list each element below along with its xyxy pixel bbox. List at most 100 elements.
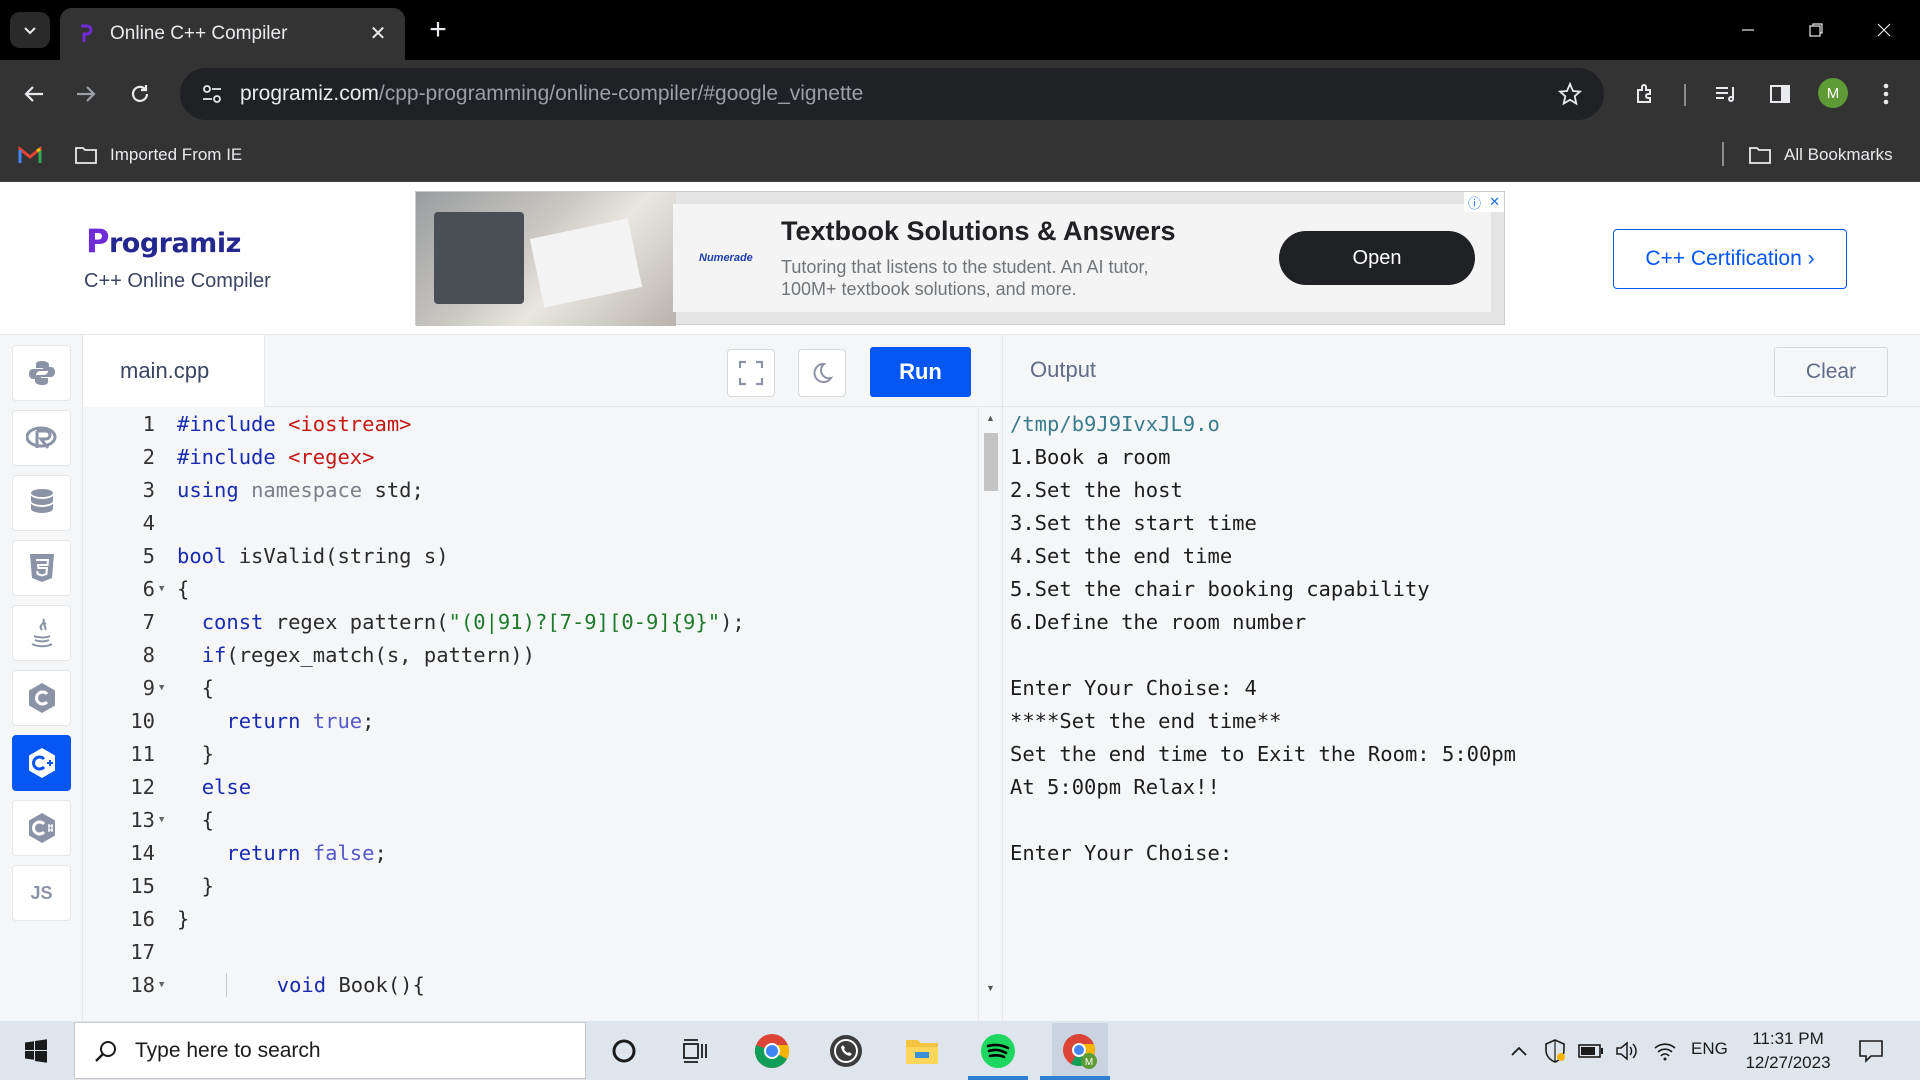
code-line: 16}	[83, 902, 978, 935]
close-tab-icon[interactable]: ✕	[365, 20, 391, 46]
close-window-button[interactable]	[1850, 0, 1918, 60]
sidebar-item-javascript[interactable]: JS	[12, 865, 71, 921]
security-shield-icon[interactable]	[1542, 1039, 1568, 1063]
profile-avatar[interactable]: M	[1818, 78, 1848, 108]
programiz-logo[interactable]: Programiz	[86, 222, 241, 260]
taskbar-search[interactable]: Type here to search	[74, 1022, 586, 1079]
system-clock[interactable]: 11:31 PM 12/27/2023	[1738, 1027, 1838, 1075]
extensions-button[interactable]	[1626, 74, 1666, 114]
chrome-icon	[754, 1034, 790, 1068]
media-control-button[interactable]	[1706, 74, 1746, 114]
code-editor[interactable]: 1 #include <iostream> 2 #include <regex> 3…	[83, 407, 978, 1021]
task-view-button[interactable]	[676, 1031, 716, 1071]
gmail-bookmark[interactable]	[18, 140, 42, 170]
sidebar-item-c[interactable]	[12, 670, 71, 726]
sidebar-item-python[interactable]	[12, 345, 71, 401]
javascript-icon: JS	[30, 882, 53, 903]
ad-description: Tutoring that listens to the student. An…	[781, 257, 1149, 299]
sidebar-item-html[interactable]	[12, 540, 71, 596]
all-bookmarks-button[interactable]: All Bookmarks	[1748, 140, 1893, 170]
taskbar-chrome-profile[interactable]: M	[1052, 1023, 1108, 1079]
fold-arrow-icon[interactable]: ▼	[159, 683, 171, 693]
ad-choices[interactable]: ⓘ ✕	[1464, 192, 1504, 212]
tab-search-button[interactable]	[10, 12, 50, 48]
output-line: 4.Set the end time	[1010, 543, 1233, 568]
puzzle-icon	[1637, 84, 1651, 103]
scroll-down-icon[interactable]: ▼	[986, 983, 995, 993]
minimize-window-button[interactable]	[1714, 0, 1782, 60]
sidebar-item-java[interactable]	[12, 605, 71, 661]
restore-window-button[interactable]	[1782, 0, 1850, 60]
side-panel-icon	[1770, 85, 1790, 103]
code-line: 4	[83, 506, 978, 539]
fullscreen-button[interactable]	[727, 349, 775, 397]
line-number: 11	[130, 741, 155, 766]
taskbar-chrome[interactable]	[752, 1031, 792, 1071]
code-text: else	[201, 774, 252, 799]
code-line: 18 ▼ void Book(){	[83, 968, 978, 1001]
start-button[interactable]	[12, 1033, 60, 1069]
windows-logo-icon	[25, 1039, 47, 1063]
line-number: 8	[142, 642, 155, 667]
browser-menu-button[interactable]	[1866, 74, 1906, 114]
fold-arrow-icon[interactable]: ▼	[159, 980, 171, 990]
battery-icon[interactable]	[1578, 1039, 1604, 1063]
file-tab-main-cpp[interactable]: main.cpp	[83, 335, 265, 407]
code-text: using namespace std;	[177, 477, 424, 502]
task-view-icon	[683, 1039, 707, 1063]
cpp-certification-button[interactable]: C++ Certification ›	[1613, 229, 1847, 289]
side-panel-button[interactable]	[1760, 74, 1800, 114]
scroll-up-icon[interactable]: ▲	[986, 413, 995, 423]
notifications-icon[interactable]	[1856, 1036, 1886, 1066]
paper-illustration	[529, 218, 643, 308]
line-number: 15	[130, 873, 155, 898]
cortana-button[interactable]	[604, 1031, 644, 1071]
code-line: 9 ▼ {	[83, 671, 978, 704]
sidebar-item-r[interactable]	[12, 410, 71, 466]
new-tab-button[interactable]: +	[418, 12, 458, 48]
run-button[interactable]: Run	[870, 347, 971, 397]
code-text: void Book(){	[177, 972, 425, 997]
input-language[interactable]: ENG	[1691, 1039, 1728, 1059]
sidebar-item-csharp[interactable]	[12, 800, 71, 856]
code-line: 15 }	[83, 869, 978, 902]
ad-banner[interactable]: Numerade Textbook Solutions & Answers Tu…	[415, 191, 1505, 326]
volume-icon[interactable]	[1614, 1039, 1640, 1063]
code-text: {	[177, 675, 215, 700]
html5-icon	[29, 554, 54, 582]
r-lang-icon	[25, 426, 56, 449]
browser-tab[interactable]: Online C++ Compiler ✕	[60, 8, 405, 60]
bookmark-folder-imported[interactable]: Imported From IE	[74, 140, 242, 170]
info-icon[interactable]: ⓘ	[1468, 193, 1481, 212]
bookmark-star-icon[interactable]	[1550, 74, 1590, 114]
taskbar-file-explorer[interactable]	[902, 1031, 942, 1071]
close-icon[interactable]: ✕	[1489, 194, 1500, 210]
line-number: 12	[130, 774, 155, 799]
clock-time: 11:31 PM	[1752, 1029, 1824, 1048]
output-title: Output	[1030, 357, 1097, 382]
address-bar[interactable]: programiz.com/cpp-programming/online-com…	[180, 68, 1604, 120]
sidebar-item-cpp[interactable]	[12, 735, 71, 791]
clear-output-button[interactable]: Clear	[1774, 347, 1888, 397]
forward-button[interactable]	[66, 74, 106, 114]
wifi-icon[interactable]	[1652, 1039, 1678, 1063]
editor-scrollbar[interactable]: ▲ ▼	[978, 407, 1002, 1021]
show-hidden-icons-chevron-icon[interactable]	[1506, 1039, 1532, 1063]
output-console[interactable]: /tmp/b9J9IvxJL9.o 1.Book a room 2.Set th…	[1002, 407, 1920, 1021]
site-settings-icon[interactable]	[188, 74, 236, 114]
fold-arrow-icon[interactable]: ▼	[159, 584, 171, 594]
bookmarks-divider	[1722, 142, 1724, 166]
line-number: 3	[142, 477, 155, 502]
page-header: Programiz C++ Online Compiler Numerade T…	[0, 182, 1920, 335]
reload-button[interactable]	[120, 74, 160, 114]
taskbar-whatsapp[interactable]	[826, 1031, 866, 1071]
back-button[interactable]	[14, 74, 54, 114]
dark-mode-toggle[interactable]	[798, 349, 846, 397]
ad-open-button[interactable]: Open	[1279, 231, 1475, 285]
ad-card: Numerade Textbook Solutions & Answers Tu…	[673, 204, 1491, 312]
url-text: programiz.com/cpp-programming/online-com…	[240, 82, 863, 106]
scrollbar-thumb[interactable]	[984, 433, 998, 491]
fold-arrow-icon[interactable]: ▼	[159, 815, 171, 825]
sidebar-item-sql[interactable]	[12, 475, 71, 531]
taskbar-spotify[interactable]	[978, 1031, 1018, 1071]
